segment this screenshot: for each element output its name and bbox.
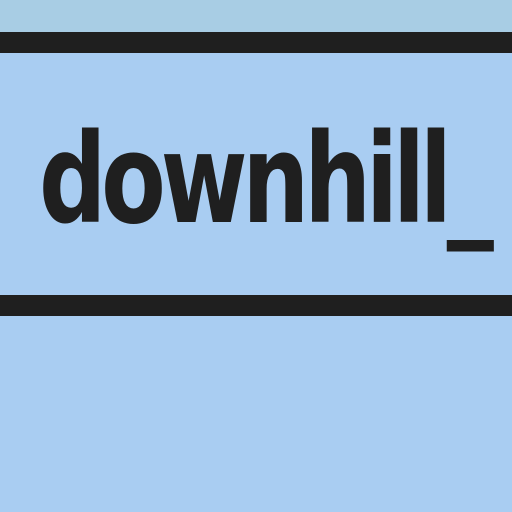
- zoomed-canvas: downhill_: [0, 0, 512, 512]
- diagram-node-box[interactable]: downhill_: [0, 32, 512, 316]
- canvas-background-lower: [0, 316, 512, 512]
- diagram-node-label: downhill_: [39, 108, 494, 252]
- canvas-background-top: [0, 0, 512, 32]
